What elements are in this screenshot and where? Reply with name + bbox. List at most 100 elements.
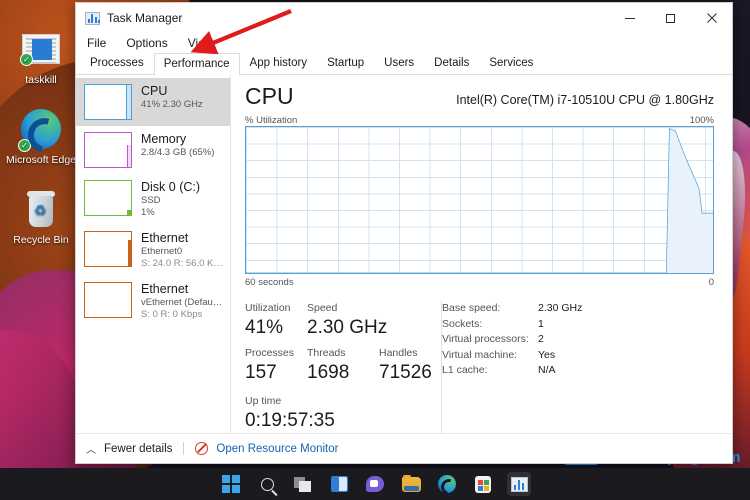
taskbar-file-explorer-button[interactable] [399, 472, 423, 496]
store-icon [475, 475, 491, 493]
search-icon [260, 477, 274, 491]
taskbar-store-button[interactable] [471, 472, 495, 496]
tab-users[interactable]: Users [374, 52, 424, 74]
minimize-button[interactable] [609, 3, 650, 33]
desktop-icon-microsoft-edge[interactable]: ✓ Microsoft Edge [4, 106, 78, 166]
sidebar-item-ethernet-1[interactable]: Ethernet vEthernet (Default ... S: 0 R: … [76, 276, 230, 327]
resource-monitor-icon [195, 442, 209, 455]
task-manager-window: Task Manager File Options View Processes… [75, 2, 733, 464]
sidebar-item-disk[interactable]: Disk 0 (C:) SSD 1% [76, 174, 230, 225]
tab-performance[interactable]: Performance [153, 53, 240, 75]
cpu-mini-graph [84, 84, 132, 120]
tab-processes[interactable]: Processes [80, 52, 154, 74]
desktop-icon-label: taskkill [25, 74, 57, 86]
document-icon: ✓ [4, 26, 78, 72]
handles-label: Handles [379, 347, 418, 359]
sidebar-sub-disk-type: SSD [141, 195, 161, 206]
cpu-utilization-graph [245, 126, 714, 274]
sidebar-sub-memory: 2.8/4.3 GB (65%) [141, 147, 215, 158]
speed-label: Speed [307, 302, 338, 314]
sidebar-sub-ethernet-0-rate: S: 24.0 R: 56.0 Kbps [141, 258, 224, 269]
tab-services[interactable]: Services [479, 52, 543, 74]
sidebar-sub-disk-usage: 1% [141, 207, 155, 218]
sync-check-icon: ✓ [18, 139, 31, 152]
desktop-icon-recycle-bin[interactable]: ♻ Recycle Bin [4, 186, 78, 246]
task-manager-icon [510, 476, 528, 492]
chat-icon [366, 476, 384, 492]
threads-label: Threads [307, 347, 346, 359]
uptime-label: Up time [245, 395, 282, 407]
utilization-value: 41% [245, 317, 284, 338]
taskbar-widgets-button[interactable] [327, 472, 351, 496]
detail-row: Virtual machine: Yes [442, 348, 582, 364]
taskbar-chat-button[interactable] [363, 472, 387, 496]
memory-mini-graph [84, 132, 132, 168]
task-manager-icon [85, 11, 100, 25]
tab-app-history[interactable]: App history [240, 52, 318, 74]
sync-check-icon: ✓ [20, 53, 33, 66]
tab-strip: Processes Performance App history Startu… [76, 53, 732, 75]
detail-row: Sockets: 1 [442, 317, 582, 333]
taskbar-task-manager-button[interactable] [507, 472, 531, 496]
virtual-processors-label: Virtual processors: [442, 333, 529, 345]
maximize-button[interactable] [650, 3, 691, 33]
detail-row: Virtual processors: 2 [442, 332, 582, 348]
title-bar: Task Manager [76, 3, 732, 33]
ethernet0-mini-graph [84, 231, 132, 267]
detail-row: Base speed: 2.30 GHz [442, 301, 582, 317]
desktop-icon-taskkill[interactable]: ✓ taskkill [4, 26, 78, 86]
divider [183, 442, 185, 455]
uptime-value: 0:19:57:35 [245, 410, 335, 431]
close-button[interactable] [691, 3, 732, 33]
desktop-icon-label: Microsoft Edge [5, 154, 77, 166]
menu-view[interactable]: View [185, 35, 217, 51]
sidebar-label-cpu: CPU [141, 84, 168, 98]
sidebar-sub-ethernet-0-name: Ethernet0 [141, 246, 183, 257]
sidebar-label-ethernet-0: Ethernet [141, 231, 189, 245]
graph-y-axis-label: % Utilization [245, 115, 298, 126]
sidebar-sub-ethernet-1-name: vEthernet (Default ... [141, 297, 224, 308]
task-view-icon [294, 476, 312, 492]
taskbar-search-button[interactable] [255, 472, 279, 496]
widgets-icon [330, 476, 348, 492]
l1-cache-value: N/A [538, 364, 556, 376]
sidebar-label-disk: Disk 0 (C:) [141, 180, 201, 194]
cpu-details-list: Base speed: 2.30 GHz Sockets: 1 Virtual … [441, 301, 582, 433]
tab-startup[interactable]: Startup [317, 52, 374, 74]
processes-value: 157 [245, 362, 277, 383]
taskbar-task-view-button[interactable] [291, 472, 315, 496]
base-speed-value: 2.30 GHz [538, 302, 583, 314]
l1-cache-label: L1 cache: [442, 364, 488, 376]
taskbar [0, 468, 750, 500]
disk-mini-graph [84, 180, 132, 216]
sockets-label: Sockets: [442, 317, 483, 330]
cpu-graph-plot [246, 127, 713, 273]
vethernet-mini-graph [84, 282, 132, 318]
speed-value: 2.30 GHz [307, 317, 388, 338]
open-resource-monitor-link[interactable]: Open Resource Monitor [216, 443, 338, 455]
virtual-machine-label: Virtual machine: [442, 348, 518, 361]
menu-bar: File Options View [76, 33, 732, 53]
sidebar-item-cpu[interactable]: CPU 41% 2.30 GHz [76, 78, 230, 126]
graph-x-min-label: 0 [708, 277, 714, 288]
sidebar-item-memory[interactable]: Memory 2.8/4.3 GB (65%) [76, 126, 230, 174]
cpu-stats: Utilization 41% Speed 2.30 GHz Processes… [245, 301, 714, 433]
tab-details[interactable]: Details [424, 52, 479, 74]
sidebar-item-ethernet-0[interactable]: Ethernet Ethernet0 S: 24.0 R: 56.0 Kbps [76, 225, 230, 276]
threads-value: 1698 [307, 362, 350, 383]
fewer-details-button[interactable]: Fewer details [104, 443, 172, 455]
sidebar-label-ethernet-1: Ethernet [141, 282, 189, 296]
menu-options[interactable]: Options [123, 35, 170, 51]
virtual-machine-value: Yes [538, 348, 556, 361]
utilization-label: Utilization [245, 302, 291, 314]
chevron-up-icon: ︿ [86, 445, 96, 456]
sockets-value: 1 [538, 317, 544, 330]
menu-file[interactable]: File [84, 35, 109, 51]
cpu-model-label: Intel(R) Core(TM) i7-10510U CPU @ 1.80GH… [456, 93, 714, 107]
page-title: CPU [245, 83, 294, 109]
performance-detail-panel: CPU Intel(R) Core(TM) i7-10510U CPU @ 1.… [231, 75, 732, 433]
taskbar-start-button[interactable] [219, 472, 243, 496]
edge-icon [438, 475, 456, 493]
taskbar-edge-button[interactable] [435, 472, 459, 496]
folder-icon [401, 474, 421, 492]
